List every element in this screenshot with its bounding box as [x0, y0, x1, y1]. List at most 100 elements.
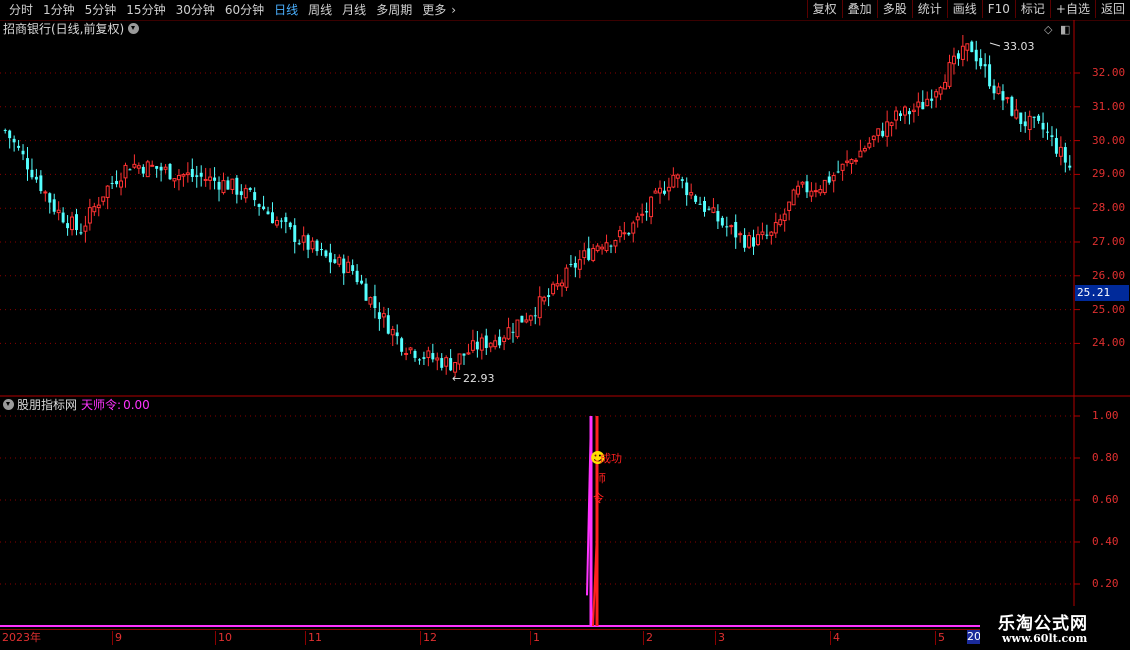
candle-body — [502, 337, 507, 343]
candle-body — [885, 121, 890, 137]
candle-body — [734, 221, 738, 238]
candle-body — [528, 315, 533, 321]
candle-body — [889, 122, 894, 127]
candle-body — [475, 341, 479, 350]
candle-body — [743, 235, 747, 248]
candle-body — [782, 213, 787, 222]
diamond-icon[interactable]: ◇ — [1044, 23, 1052, 36]
candle-body — [17, 145, 21, 148]
candle-body — [787, 201, 792, 211]
candle-body — [902, 106, 907, 116]
candle-body — [845, 160, 850, 163]
candle-body — [694, 195, 698, 202]
candle-body — [974, 49, 978, 62]
candle-body — [858, 150, 863, 158]
candle-body — [110, 182, 114, 184]
candle-body — [876, 128, 881, 136]
date-axis: 2023年 9 10 11 12 1 2 3 4 5 — [0, 629, 980, 646]
candle-body — [943, 82, 948, 90]
candle-body — [773, 222, 778, 234]
candle-body — [248, 188, 252, 190]
candle-body — [671, 174, 676, 188]
candle-body — [208, 176, 213, 181]
candle-body — [462, 353, 466, 356]
layout-toggle-icon[interactable]: ◧ — [1060, 23, 1070, 36]
candle-body — [315, 240, 319, 252]
candle-body — [662, 190, 666, 194]
price-tick-label: 27.00 — [1092, 235, 1126, 248]
candle-body — [800, 181, 805, 185]
candle-body — [8, 130, 12, 139]
indicator-tick-label: 0.60 — [1092, 493, 1119, 506]
indicator-tick-label: 0.80 — [1092, 451, 1119, 464]
kline-chart[interactable]: 33.03 ← 22.93 ☻ 成功 师 令 — [0, 0, 1130, 650]
candle-body — [649, 196, 654, 218]
candle-body — [658, 187, 662, 194]
indicator-series — [0, 415, 1074, 627]
candle-body — [1005, 97, 1010, 100]
candle-body — [83, 225, 88, 232]
candle-body — [426, 350, 431, 358]
candle-body — [689, 192, 694, 196]
candle-body — [75, 214, 78, 231]
candle-body — [56, 209, 61, 214]
indicator-grid — [0, 415, 1080, 585]
candle-body — [293, 225, 297, 242]
candle-body — [195, 175, 199, 177]
candle-body — [1023, 121, 1027, 127]
candle-body — [328, 252, 332, 263]
price-tick-label: 25.00 — [1092, 302, 1126, 316]
chevron-down-circle-icon[interactable] — [3, 399, 14, 410]
candle-body — [840, 163, 845, 171]
candle-body — [498, 336, 502, 346]
candle-body — [934, 91, 939, 98]
candle-body — [342, 258, 346, 274]
candle-body — [1037, 115, 1041, 121]
candle-body — [911, 109, 916, 113]
candle-body — [101, 196, 106, 202]
candle-body — [466, 352, 471, 355]
candle-body — [453, 362, 458, 373]
candle-body — [1068, 165, 1072, 168]
candle-body — [760, 231, 765, 236]
candle-body — [809, 190, 814, 197]
price-tick-label: 24.00 — [1092, 336, 1126, 350]
candle-body — [591, 247, 596, 261]
date-tick-label: 12 — [420, 631, 437, 645]
candle-body — [555, 283, 560, 287]
candle-body — [145, 161, 150, 178]
candle-body — [511, 331, 515, 333]
candle-body — [1050, 135, 1054, 137]
candle-body — [716, 211, 720, 222]
candle-body — [849, 159, 854, 164]
candle-body — [70, 216, 75, 231]
candle-body — [769, 231, 774, 236]
candle-body — [262, 206, 266, 210]
candle-body — [831, 175, 836, 182]
candle-body — [163, 166, 168, 170]
candle-body — [956, 53, 960, 59]
candle-body — [337, 256, 342, 265]
candle-body — [996, 86, 1001, 95]
candle-body — [573, 262, 577, 268]
candle-body — [822, 179, 827, 194]
chevron-down-circle-icon[interactable] — [128, 23, 140, 34]
candle-body — [484, 335, 488, 348]
indicator-tick-label: 0.40 — [1092, 535, 1119, 548]
candle-body — [181, 174, 186, 177]
candle-body — [938, 87, 943, 95]
candle-body — [752, 237, 756, 247]
watermark: 乐淘公式网 www.60lt.com — [980, 606, 1130, 650]
candle-body — [617, 230, 622, 238]
price-tick-label: 30.00 — [1092, 133, 1126, 147]
candle-body — [791, 189, 796, 206]
candle-body — [61, 212, 65, 223]
candle-body — [34, 176, 38, 180]
candle-body — [400, 338, 404, 352]
candle-body — [271, 212, 274, 224]
candle-body — [720, 217, 724, 226]
candle-body — [515, 319, 520, 338]
signal-char-1: 师 — [595, 472, 606, 485]
candle-body — [645, 211, 649, 213]
candle-body — [355, 270, 359, 283]
